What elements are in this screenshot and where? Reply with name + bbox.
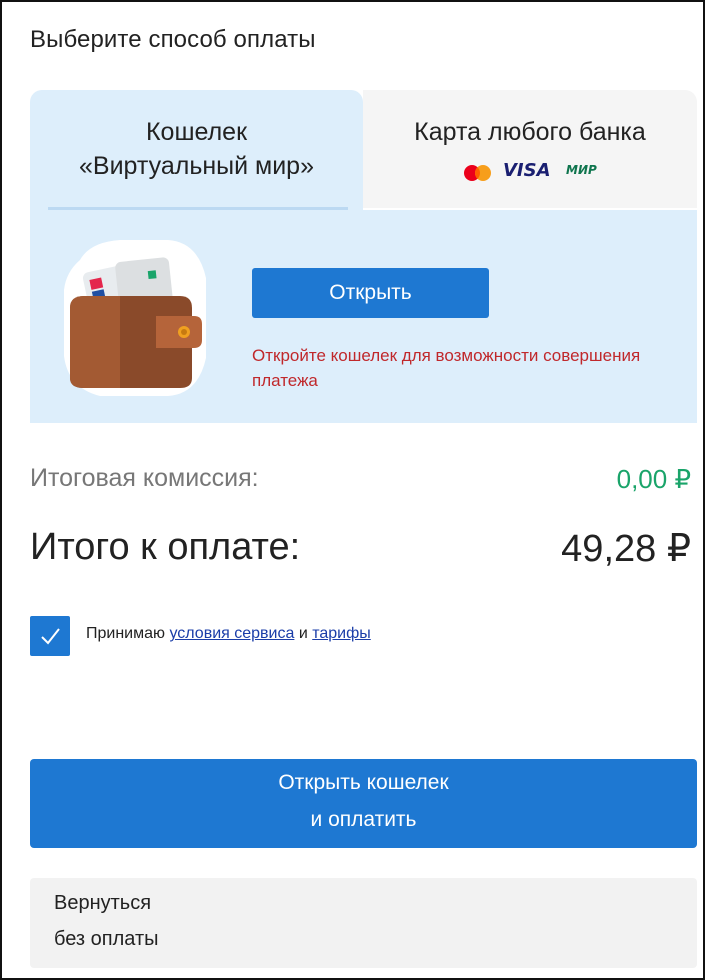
total-label: Итого к оплате:: [30, 526, 301, 568]
consent-prefix: Принимаю: [86, 625, 166, 642]
tab-wallet-label-line1: Кошелек: [145, 118, 248, 146]
consent-and: и: [298, 625, 308, 642]
open-wallet-button[interactable]: Открыть: [252, 268, 489, 318]
commission-value: 0,00 ₽: [616, 464, 691, 494]
open-wallet-and-pay-button[interactable]: Открыть кошелек и оплатить: [30, 759, 697, 848]
wallet-panel: МИР Открыть Откройте кошелек для возможн…: [30, 210, 697, 423]
mir-logo: МИР: [566, 163, 597, 177]
consent-checkbox[interactable]: [30, 616, 70, 656]
total-value: 49,28 ₽: [561, 528, 691, 570]
tab-bank-card-background: [363, 90, 697, 208]
wallet-warning-text: Откройте кошелек для возможности соверше…: [252, 346, 641, 390]
consent-text: Принимаю условия сервиса и тарифы: [86, 625, 371, 643]
visa-logo: VISA: [503, 160, 551, 181]
commission-label: Итоговая комиссия:: [30, 464, 259, 492]
pay-button-label-line2: и оплатить: [310, 808, 417, 831]
tariffs-link[interactable]: тарифы: [312, 625, 371, 642]
pay-button-label-line1: Открыть кошелек: [278, 771, 449, 794]
back-button-label-line2: без оплаты: [54, 928, 159, 950]
mastercard-logo: [464, 165, 491, 181]
return-without-payment-button[interactable]: Вернуться без оплаты: [30, 878, 697, 968]
payment-frame: Выберите способ оплаты Кошелек «Виртуаль…: [0, 0, 705, 980]
back-button-label-line1: Вернуться: [54, 892, 152, 914]
tab-bank-card-label: Карта любого банка: [414, 118, 646, 146]
tab-wallet-label-line2: «Виртуальный мир»: [78, 152, 314, 180]
terms-link[interactable]: условия сервиса: [169, 625, 294, 642]
tab-wallet[interactable]: Кошелек «Виртуальный мир»: [30, 90, 363, 210]
checkmark-icon: [41, 628, 60, 645]
page-title: Выберите способ оплаты: [30, 26, 316, 53]
tab-bank-card[interactable]: Карта любого банка: [363, 90, 697, 210]
wallet-illustration: МИР: [64, 240, 206, 396]
